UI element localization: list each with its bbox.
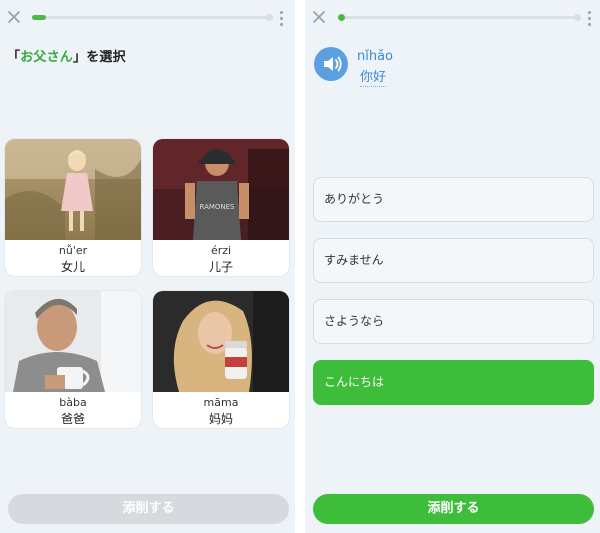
card-hanzi: 儿子 — [208, 260, 233, 274]
answer-option-selected[interactable]: こんにちは — [313, 360, 594, 405]
card-pinyin: nǚ'er — [58, 244, 88, 257]
question-prompt: 「お父さん」を選択 — [7, 46, 126, 65]
speaker-icon[interactable] — [314, 47, 348, 81]
lesson-progress-bar — [32, 14, 273, 21]
card-hanzi: 爸爸 — [60, 412, 85, 426]
prompt-instruction: 」を選択 — [73, 50, 126, 65]
answer-option[interactable]: ありがとう — [313, 177, 594, 222]
card-hanzi: 妈妈 — [208, 412, 233, 426]
son-photo: RAMONES — [153, 139, 289, 240]
exercise-screen-image-select: 「お父さん」を選択 nǚ'er 女儿 RAMONES érzi 儿子 bàba … — [0, 0, 295, 533]
card-pinyin: māma — [203, 396, 239, 409]
close-icon[interactable] — [7, 10, 21, 24]
card-pinyin: érzi — [210, 244, 232, 257]
audio-hanzi[interactable]: 你好 — [360, 66, 387, 87]
progress-end-dot — [266, 14, 273, 21]
answer-card-father[interactable]: bàba 爸爸 — [5, 291, 141, 428]
answer-card-son[interactable]: RAMONES érzi 儿子 — [153, 139, 289, 276]
prompt-target-word: お父さん — [20, 50, 74, 65]
lesson-progress-fill — [338, 14, 345, 21]
check-button[interactable]: 添削する — [313, 494, 594, 524]
exercise-screen-translate: nǐhǎo 你好 ありがとう すみません さようなら こんにちは 添削する — [305, 0, 600, 533]
close-icon[interactable] — [312, 10, 326, 24]
check-button-disabled[interactable]: 添削する — [8, 494, 289, 524]
mother-photo — [153, 291, 289, 392]
audio-pinyin: nǐhǎo — [357, 49, 394, 64]
answer-card-mother[interactable]: māma 妈妈 — [153, 291, 289, 428]
svg-text:RAMONES: RAMONES — [199, 203, 235, 211]
answer-option[interactable]: すみません — [313, 238, 594, 283]
lesson-progress-bar — [338, 14, 581, 21]
kebab-menu-icon[interactable] — [588, 11, 592, 27]
kebab-menu-icon[interactable] — [280, 11, 284, 27]
daughter-photo — [5, 139, 141, 240]
card-hanzi: 女儿 — [60, 260, 85, 274]
card-pinyin: bàba — [59, 396, 87, 409]
answer-card-daughter[interactable]: nǚ'er 女儿 — [5, 139, 141, 276]
answer-option[interactable]: さようなら — [313, 299, 594, 344]
prompt-open-bracket: 「 — [7, 50, 21, 65]
progress-end-dot — [574, 14, 581, 21]
father-photo — [5, 291, 141, 392]
lesson-progress-fill — [32, 15, 46, 20]
